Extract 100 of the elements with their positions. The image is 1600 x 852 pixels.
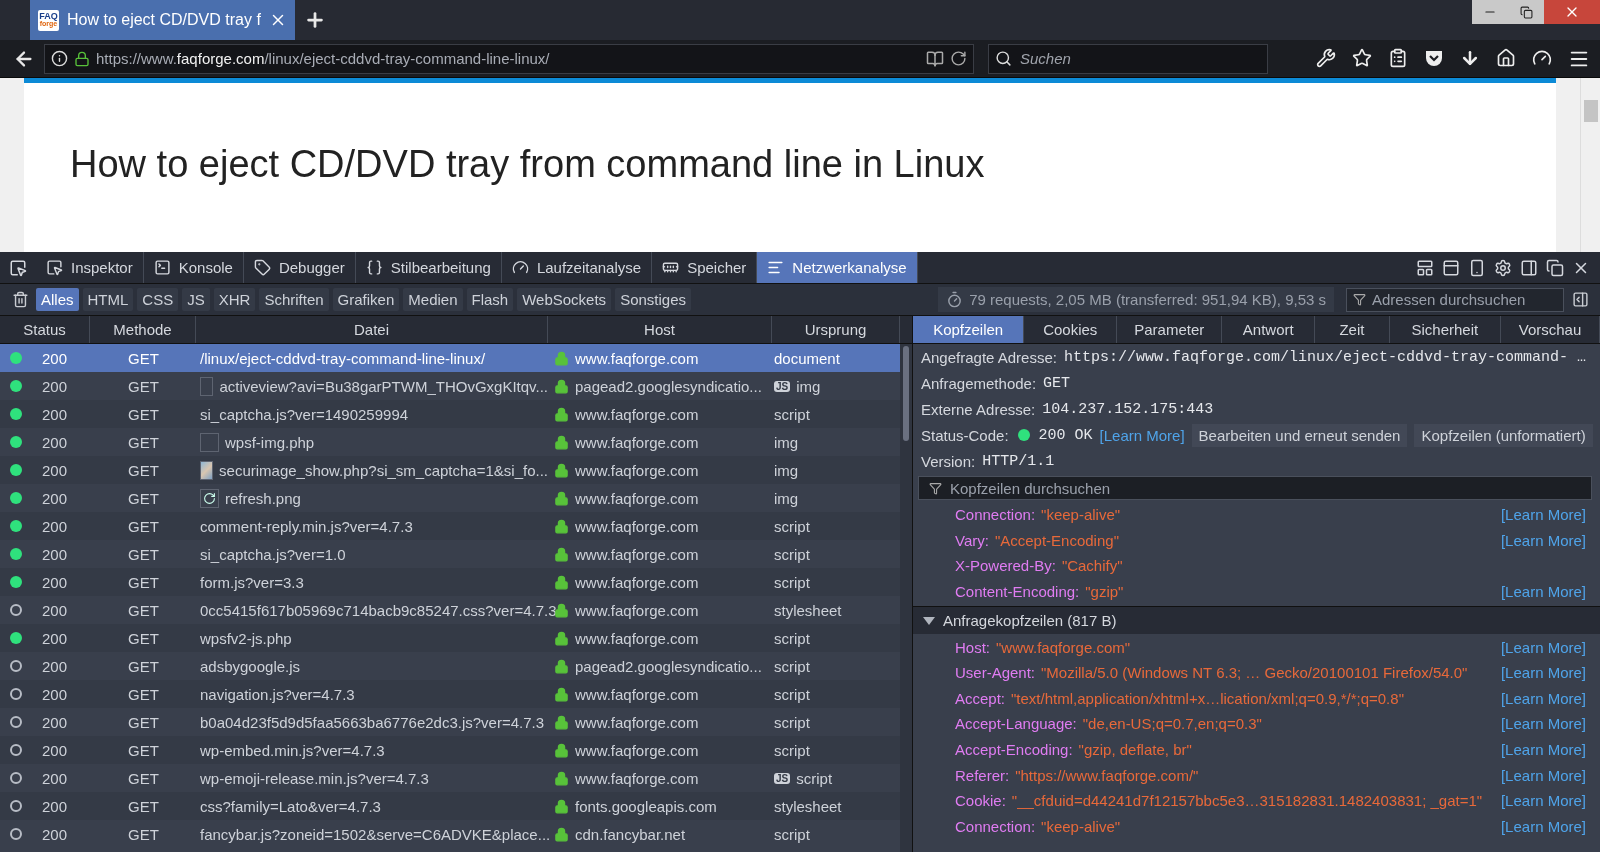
panel-toggle-icon[interactable] [1571, 291, 1589, 308]
request-row[interactable]: 200 GET comment-reply.min.js?ver=4.7.3 www.faqforge.com script [0, 512, 900, 540]
status-code: 200 [42, 825, 68, 843]
info-icon[interactable] [51, 50, 68, 67]
section-header[interactable]: Anfragekopfzeilen (817 B) [913, 606, 1600, 635]
details-tab[interactable]: Zeit [1315, 316, 1390, 343]
request-row[interactable]: 200 GET wpsfv2-js.php www.faqforge.com script [0, 624, 900, 652]
learn-more-link[interactable]: [Learn More] [1500, 792, 1586, 810]
header-filter-field[interactable]: Kopfzeilen durchsuchen [948, 478, 1581, 498]
request-row[interactable]: 200 GET navigation.js?ver=4.7.3 www.faqforge.com script [0, 680, 900, 708]
trash-icon[interactable] [11, 291, 29, 308]
url-filter-box[interactable]: Adressen durchsuchen [1346, 287, 1564, 312]
devtools-tab[interactable]: Debugger [243, 252, 356, 283]
request-row[interactable]: 200 GET wp-embed.min.js?ver=4.7.3 www.faqforge.com script [0, 736, 900, 764]
header-name: X-Powered-By: [955, 557, 1056, 575]
status-code: 200 [42, 517, 68, 535]
origin-type: script [774, 517, 810, 535]
devtools-tab[interactable]: Laufzeitanalyse [501, 252, 653, 283]
pick-element-icon[interactable] [9, 258, 27, 277]
learn-more-link[interactable]: [Learn More] [1500, 817, 1586, 835]
action-button[interactable]: Bearbeiten und erneut senden [1191, 423, 1408, 447]
file-name: si_captcha.js?ver=1.0 [200, 545, 346, 563]
reader-view-icon[interactable] [926, 49, 944, 68]
learn-more-link[interactable]: [Learn More] [1500, 715, 1586, 733]
request-row[interactable]: 200 GET securimage_show.php?si_sm_captcha=1&si_fo... www.faqforge.com img [0, 456, 900, 484]
host-name: www.faqforge.com [575, 517, 699, 535]
search-field[interactable]: Suchen [1018, 49, 1261, 68]
learn-more-link[interactable]: [Learn More] [1500, 664, 1586, 682]
host-name: www.faqforge.com [575, 573, 699, 591]
header-filter-box[interactable]: Kopfzeilen durchsuchen [918, 476, 1592, 500]
column-header[interactable]: Status [0, 316, 90, 343]
search-box[interactable]: Suchen [988, 43, 1268, 74]
header-name: Content-Encoding: [955, 583, 1080, 601]
header-value: "https://www.faqforge.com/" [1015, 766, 1200, 784]
filter-button[interactable]: WebSockets [517, 288, 612, 311]
devtools-tab[interactable]: Inspektor [36, 252, 144, 283]
learn-more-link[interactable]: [Learn More] [1500, 741, 1586, 759]
request-row[interactable]: 200 GET form.js?ver=3.3 www.faqforge.com script [0, 568, 900, 596]
url-filter-field[interactable]: Adressen durchsuchen [1370, 290, 1557, 309]
host-name: www.faqforge.com [575, 601, 699, 619]
responsive-icon[interactable] [1468, 258, 1486, 277]
split-console-icon[interactable] [1442, 258, 1460, 277]
restore-icon [1519, 5, 1533, 19]
filter-button[interactable]: Alles [36, 288, 79, 311]
column-header[interactable]: Datei [196, 316, 548, 343]
settings-icon[interactable] [1494, 258, 1512, 277]
host-name: www.faqforge.com [575, 349, 699, 367]
address-bar[interactable]: https://www.faqforge.com/linux/eject-cddvd-tray-command-line-linux/ [44, 43, 974, 74]
devtools-tab[interactable]: Netzwerkanalyse [757, 252, 918, 283]
filter-button[interactable]: Grafiken [332, 288, 400, 311]
action-button[interactable]: Kopfzeilen (unformatiert) [1414, 423, 1593, 447]
column-header[interactable]: Host [548, 316, 772, 343]
details-tab[interactable]: Vorschau [1501, 316, 1600, 343]
filter-button[interactable]: XHR [213, 288, 256, 311]
field-label: Version: [921, 452, 976, 470]
filter-button[interactable]: Medien [403, 288, 463, 311]
filter-button[interactable]: Sonstiges [615, 288, 691, 311]
maximize-button[interactable] [1508, 0, 1544, 24]
wrench-icon[interactable] [1316, 47, 1336, 68]
reload-icon[interactable] [950, 50, 967, 67]
column-header[interactable]: Methode [90, 316, 196, 343]
learn-more-link[interactable]: [Learn More] [1500, 689, 1586, 707]
layout-icon[interactable] [1416, 258, 1434, 277]
learn-more-link[interactable]: [Learn More] [1500, 531, 1586, 549]
column-header[interactable]: Ursprung [772, 316, 900, 343]
filter-button[interactable]: HTML [82, 288, 134, 311]
filter-button[interactable]: Schriften [259, 288, 329, 311]
header-name: Cookie: [955, 792, 1006, 810]
filter-button[interactable]: JS [182, 288, 210, 311]
thumbnail-placeholder [200, 432, 219, 452]
details-tab[interactable]: Cookies [1024, 316, 1118, 343]
clipboard-icon[interactable] [1388, 47, 1408, 68]
method: GET [128, 405, 159, 423]
details-tab[interactable]: Parameter [1117, 316, 1223, 343]
home-icon[interactable] [1496, 47, 1516, 68]
details-tab[interactable]: Sicherheit [1389, 316, 1501, 343]
filter-button[interactable]: CSS [137, 288, 179, 311]
learn-more-link[interactable]: [Learn More] [1500, 638, 1586, 656]
details-tab[interactable]: Kopfzeilen [913, 316, 1025, 343]
learn-more-link[interactable]: [Learn More] [1500, 766, 1586, 784]
devtools-tab[interactable]: Stilbearbeitung [355, 252, 502, 283]
star-icon[interactable] [1352, 47, 1372, 68]
request-row[interactable]: 200 GET si_captcha.js?ver=1490259994 www.faqforge.com script [0, 400, 900, 428]
dock-side-icon[interactable] [1520, 258, 1538, 277]
devtools-tab[interactable]: Konsole [143, 252, 244, 283]
learn-more-link[interactable]: [Learn More] [1500, 506, 1586, 524]
host-name: www.faqforge.com [575, 713, 699, 731]
status-code: 200 [42, 489, 68, 507]
origin-type: script [774, 657, 810, 675]
host-name: www.faqforge.com [575, 433, 699, 451]
learn-more-link[interactable]: [Learn More] [1500, 583, 1586, 601]
status-code: 200 [42, 657, 68, 675]
learn-more-link[interactable]: [Learn More] [1099, 426, 1185, 444]
request-row[interactable]: 200 GET css?family=Lato&ver=4.7.3 fonts.googleapis.com stylesheet [0, 792, 900, 820]
separate-window-icon[interactable] [1546, 258, 1564, 277]
filter-button[interactable]: Flash [466, 288, 514, 311]
details-tab[interactable]: Antwort [1222, 316, 1316, 343]
status-code: 200 [42, 461, 68, 479]
origin-type: script [774, 685, 810, 703]
request-row[interactable]: 200 GET /linux/eject-cddvd-tray-command-line-linux/ www.faqforge.com document [0, 344, 900, 372]
